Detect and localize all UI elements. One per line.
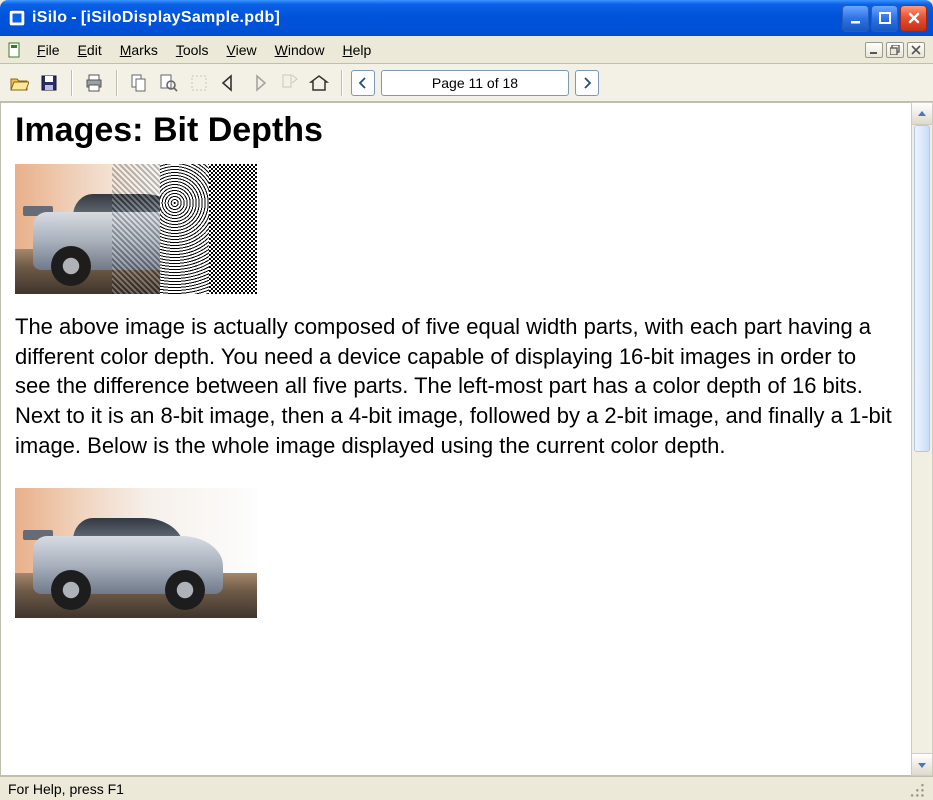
home-button[interactable] [306,70,332,96]
page-heading: Images: Bit Depths [15,111,897,150]
mdi-close-button[interactable] [907,42,925,58]
menu-file[interactable]: File [28,39,69,61]
vertical-scrollbar[interactable] [911,102,933,776]
print-button[interactable] [81,70,107,96]
title-app: iSilo [32,9,67,27]
find-button[interactable] [156,70,182,96]
minimize-button[interactable] [842,5,869,32]
document-icon [6,42,22,58]
menu-marks[interactable]: Marks [111,39,167,61]
save-button[interactable] [36,70,62,96]
scroll-thumb[interactable] [914,125,930,452]
page-next-button[interactable] [575,70,599,96]
open-button[interactable] [6,70,32,96]
scroll-track[interactable] [912,125,932,753]
title-doc: [iSiloDisplaySample.pdb] [81,9,280,27]
page-prev-button[interactable] [351,70,375,96]
mdi-restore-button[interactable] [886,42,904,58]
select-button[interactable] [186,70,212,96]
toolbar: Page 11 of 18 [0,64,933,102]
statusbar: For Help, press F1 [0,776,933,800]
title-sep: - [71,9,77,27]
scroll-up-button[interactable] [912,103,932,125]
titlebar: iSilo - [iSiloDisplaySample.pdb] [0,0,933,36]
menu-help[interactable]: Help [333,39,380,61]
app-icon [8,9,26,27]
document-area: Images: Bit Depths The above image is ac… [0,102,911,776]
resize-grip-icon[interactable] [907,780,925,798]
page-indicator-label: Page 11 of 18 [432,75,518,91]
copy-button[interactable] [126,70,152,96]
menu-edit[interactable]: Edit [69,39,111,61]
close-button[interactable] [900,5,927,32]
menu-tools[interactable]: Tools [167,39,218,61]
mdi-minimize-button[interactable] [865,42,883,58]
maximize-button[interactable] [871,5,898,32]
status-help-text: For Help, press F1 [8,781,124,797]
scroll-down-button[interactable] [912,753,932,775]
back-button[interactable] [216,70,242,96]
body-paragraph: The above image is actually composed of … [15,312,897,460]
full-color-image [15,488,257,618]
menu-view[interactable]: View [218,39,266,61]
bit-depth-demo-image [15,164,257,294]
menubar: File Edit Marks Tools View Window Help [0,36,933,64]
page-indicator[interactable]: Page 11 of 18 [381,70,569,96]
forward-button[interactable] [246,70,272,96]
menu-window[interactable]: Window [266,39,334,61]
up-button[interactable] [276,70,302,96]
